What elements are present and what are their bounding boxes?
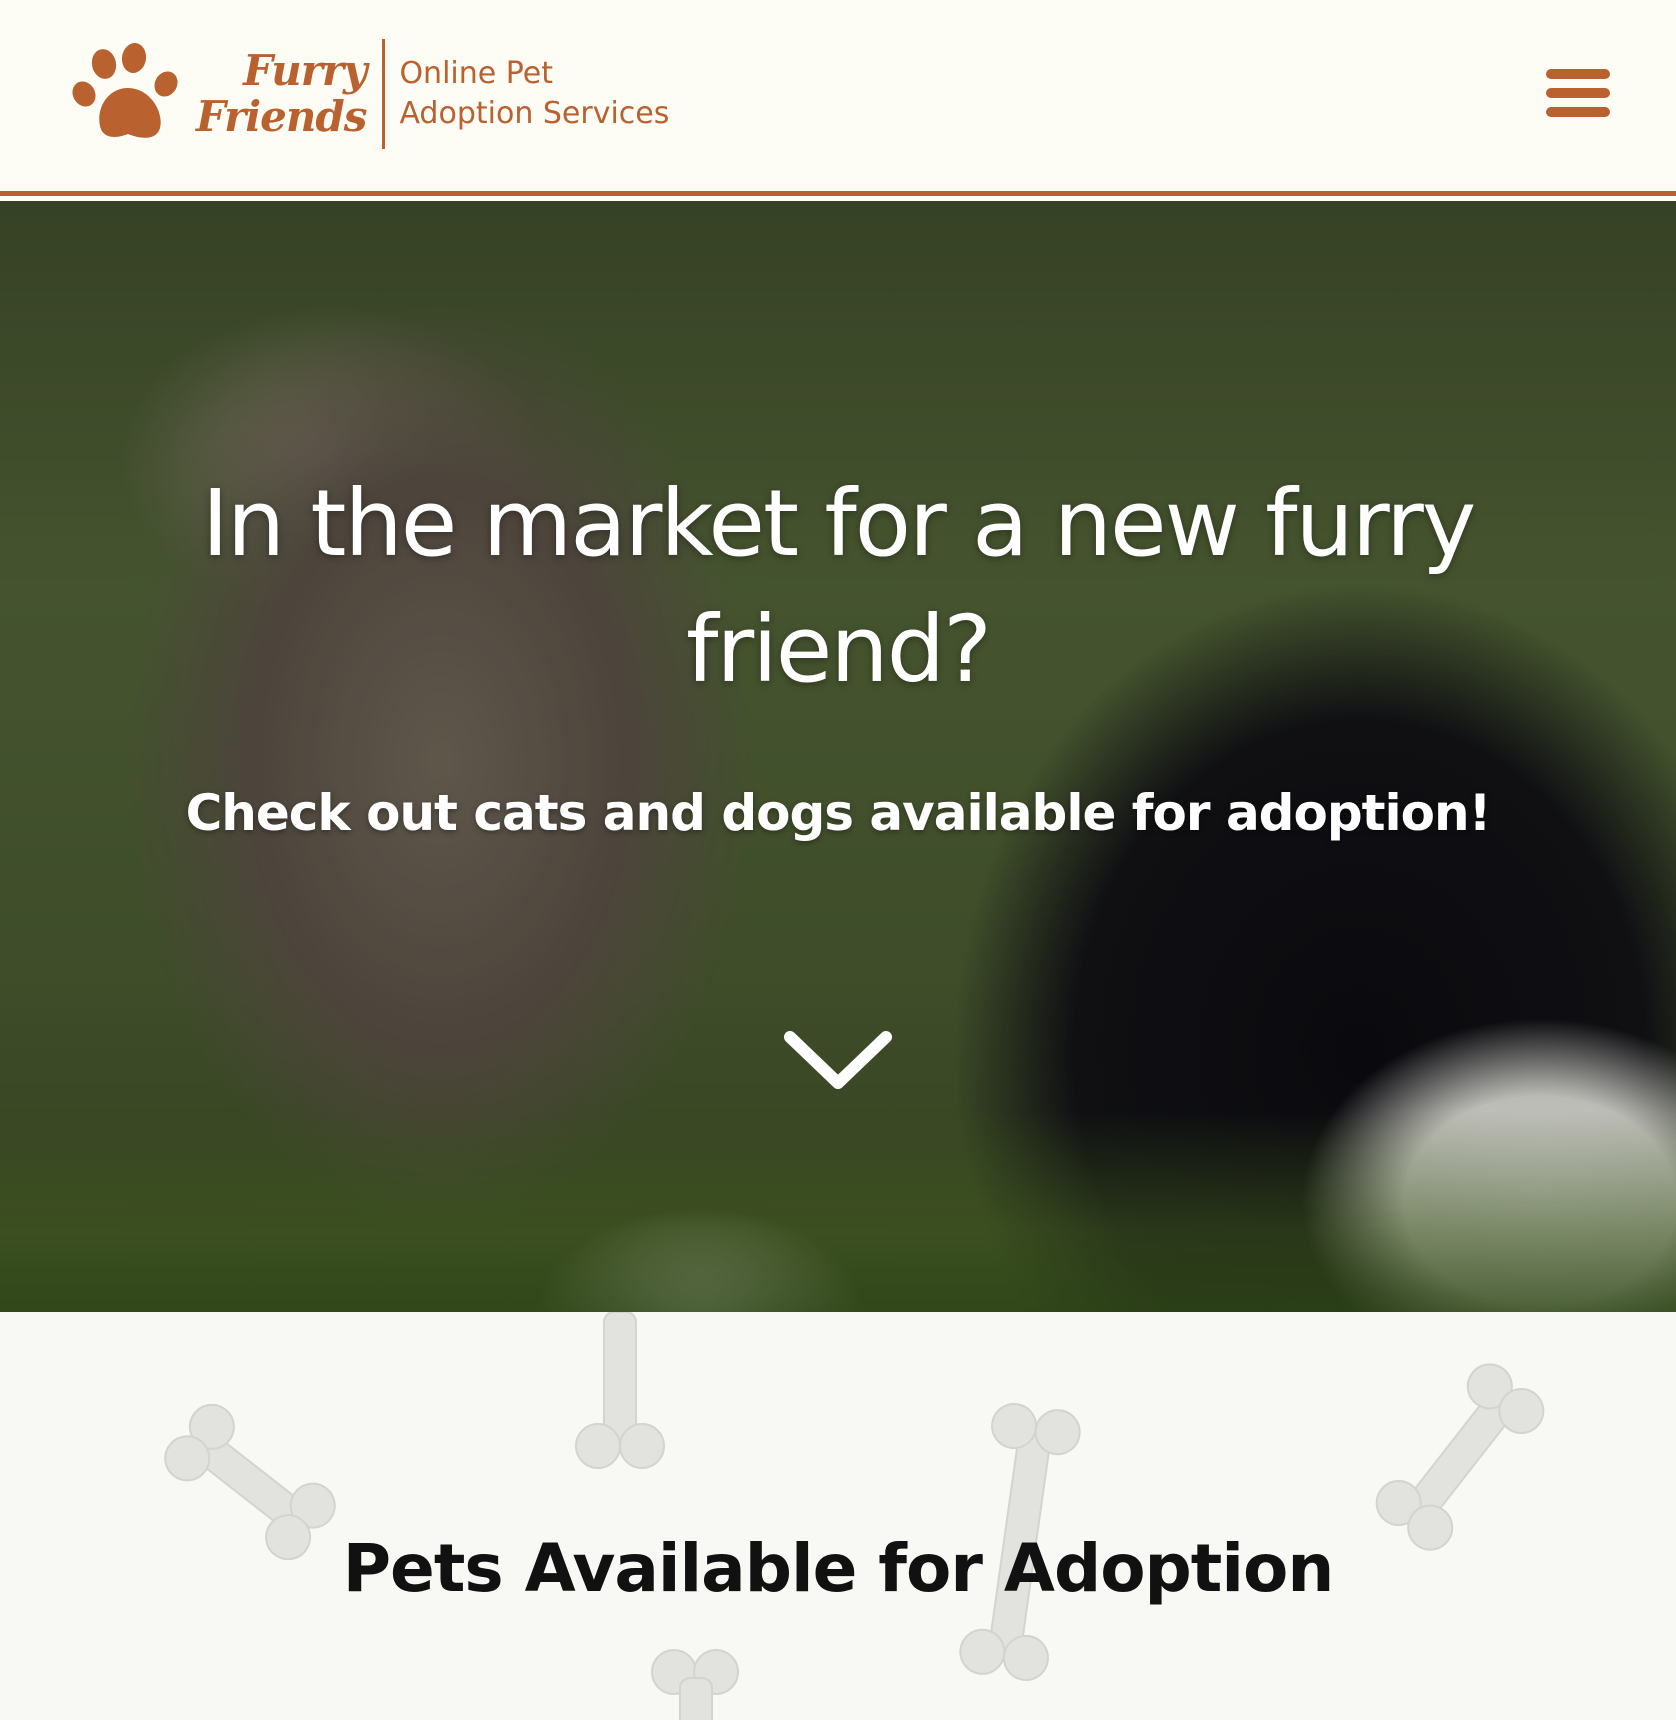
paw-icon [72, 43, 178, 138]
menu-bar [1546, 107, 1610, 117]
pets-available-section: Pets Available for Adoption [0, 1312, 1676, 1720]
logo-divider [382, 39, 386, 149]
hamburger-menu-icon[interactable] [1546, 66, 1610, 120]
dog-bone-icon [575, 1312, 665, 1469]
dog-bone-icon [651, 1649, 739, 1720]
menu-bar [1546, 88, 1610, 98]
tagline-line-2: Adoption Services [399, 96, 670, 131]
hero-image-overlay [0, 201, 1676, 1312]
brand-line-2: Friends [196, 92, 367, 141]
brand-name: Furry Friends [196, 46, 367, 141]
tagline: Online Pet Adoption Services [399, 54, 669, 134]
hero-title: In the market for a new furry friend? [201, 470, 1477, 703]
chevron-down-icon[interactable] [778, 1021, 898, 1101]
brand-line-1: Furry [243, 46, 367, 95]
hero-subtitle: Check out cats and dogs available for ad… [185, 784, 1492, 842]
site-header: Furry Friends Online Pet Adoption Servic… [0, 0, 1676, 196]
section-title: Pets Available for Adoption [342, 1530, 1335, 1607]
tagline-line-1: Online Pet [399, 56, 553, 91]
menu-bar [1546, 69, 1610, 79]
hero-banner: In the market for a new furry friend? Ch… [0, 201, 1676, 1312]
site-logo[interactable]: Furry Friends Online Pet Adoption Servic… [70, 36, 669, 152]
